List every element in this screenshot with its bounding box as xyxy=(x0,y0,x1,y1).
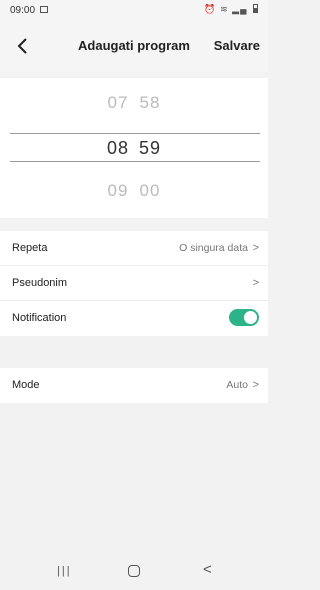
hour-next[interactable]: 09 xyxy=(105,181,131,201)
repeat-row[interactable]: Repeta O singura data > xyxy=(0,231,268,266)
wifi-icon: ≋ xyxy=(220,4,229,14)
image-icon xyxy=(40,6,48,13)
battery-icon xyxy=(253,4,258,13)
picker-row-selected[interactable]: 08 59 xyxy=(0,138,268,159)
status-icons: ⏰ ≋ ▂▄ xyxy=(204,4,258,15)
repeat-value: O singura data xyxy=(179,242,248,254)
toggle-knob xyxy=(244,311,257,324)
alarm-icon: ⏰ xyxy=(204,4,217,14)
minute-prev[interactable]: 58 xyxy=(137,93,163,113)
save-button[interactable]: Salvare xyxy=(214,38,260,53)
mode-value: Auto xyxy=(226,379,248,391)
time-picker[interactable]: 07 58 08 59 09 00 xyxy=(0,78,268,218)
recent-apps-icon[interactable]: ||| xyxy=(57,565,72,577)
notification-label: Notification xyxy=(12,312,67,324)
picker-row-previous[interactable]: 07 58 xyxy=(0,93,268,113)
minute-selected[interactable]: 59 xyxy=(137,138,163,159)
chevron-right-icon: > xyxy=(252,379,259,391)
repeat-label: Repeta xyxy=(12,242,48,254)
picker-row-next[interactable]: 09 00 xyxy=(0,181,268,201)
chevron-right-icon: > xyxy=(252,277,259,289)
settings-list: Repeta O singura data > Pseudonim > Noti… xyxy=(0,231,268,336)
home-icon[interactable] xyxy=(128,565,140,577)
alias-label: Pseudonim xyxy=(12,277,68,289)
status-bar: 09:00 ⏰ ≋ ▂▄ xyxy=(0,0,268,22)
status-time: 09:00 xyxy=(10,5,36,16)
alias-row[interactable]: Pseudonim > xyxy=(0,266,268,301)
mode-row[interactable]: Mode Auto > xyxy=(0,368,268,403)
notification-toggle[interactable] xyxy=(229,309,259,326)
mode-section: Mode Auto > xyxy=(0,368,268,403)
mode-label: Mode xyxy=(12,379,40,391)
hour-prev[interactable]: 07 xyxy=(105,93,131,113)
chevron-right-icon: > xyxy=(252,242,259,254)
minute-next[interactable]: 00 xyxy=(137,181,163,201)
header: Adaugati program Salvare xyxy=(0,22,268,72)
notification-row: Notification xyxy=(0,301,268,336)
signal-icon: ▂▄ xyxy=(232,4,248,14)
back-nav-icon[interactable]: < xyxy=(203,561,212,578)
selection-line-top xyxy=(10,133,260,134)
system-nav-bar: ||| < xyxy=(0,552,268,590)
hour-selected[interactable]: 08 xyxy=(105,138,131,159)
selection-line-bottom xyxy=(10,161,260,162)
